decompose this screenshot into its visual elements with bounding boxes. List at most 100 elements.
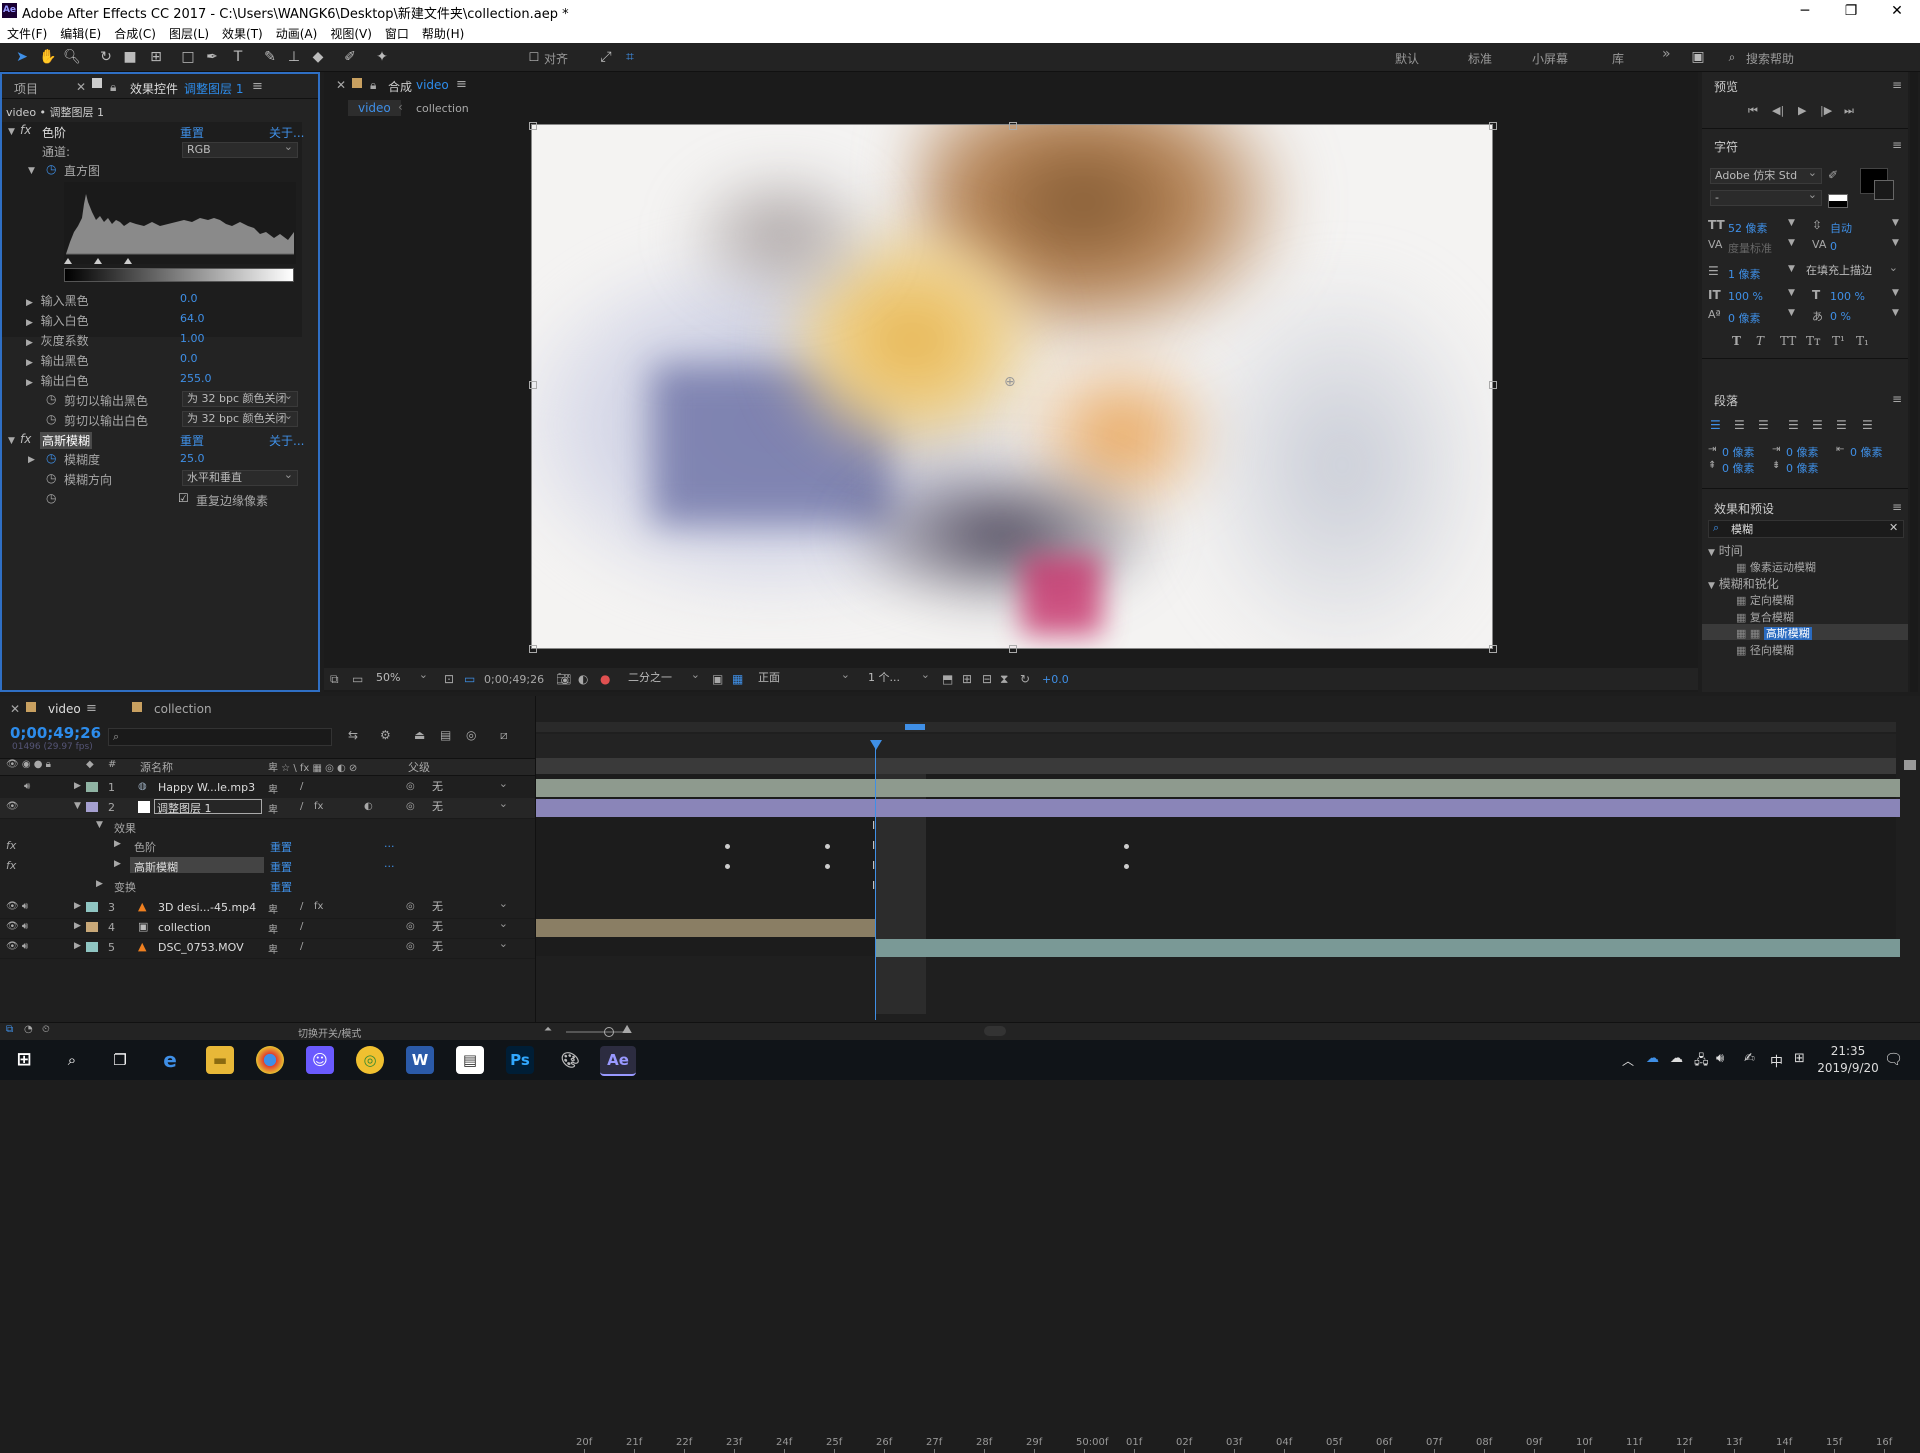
- dropdown-arrow-icon[interactable]: ▼: [1788, 288, 1795, 298]
- label-color-swatch[interactable]: [86, 802, 98, 812]
- quality-switch-icon[interactable]: /: [300, 781, 303, 792]
- view-dropdown[interactable]: 正面: [754, 668, 854, 687]
- param-gamma[interactable]: ▶ 灰度系数 1.00: [26, 332, 306, 349]
- rectangle-tool-icon[interactable]: □: [178, 47, 198, 67]
- indent-right-value[interactable]: 0 像素: [1850, 444, 1883, 460]
- effect-item[interactable]: ▦ 径向模糊: [1736, 642, 1794, 658]
- motion-blur-icon[interactable]: ◎: [466, 728, 476, 742]
- expand-icon[interactable]: ▶: [74, 781, 81, 791]
- tab-close-icon[interactable]: ✕: [10, 702, 20, 716]
- roto-brush-tool-icon[interactable]: ✐: [340, 47, 360, 67]
- prev-frame-icon[interactable]: ◀|: [1772, 104, 1784, 117]
- eyedropper-icon[interactable]: ✐: [1828, 168, 1838, 182]
- first-frame-icon[interactable]: ⏮: [1748, 104, 1758, 118]
- align-center-icon[interactable]: ☰: [1734, 418, 1745, 432]
- swap-colors-icon[interactable]: [1828, 194, 1848, 208]
- category-blur-sharpen[interactable]: ▼ 模糊和锐化: [1708, 575, 1779, 592]
- param-input-white[interactable]: ▶ 输入白色 64.0: [26, 312, 306, 329]
- task-view-icon[interactable]: ❐: [106, 1046, 134, 1074]
- param-output-white[interactable]: ▶ 输出白色 255.0: [26, 372, 306, 389]
- menu-animation[interactable]: 动画(A): [269, 22, 324, 42]
- zoom-slider[interactable]: [566, 1031, 626, 1033]
- zoom-in-icon[interactable]: ⛰: [622, 1022, 632, 1037]
- fit-icon[interactable]: ⊡: [444, 672, 454, 686]
- keyframe[interactable]: [725, 844, 730, 849]
- layer-bar-4[interactable]: [536, 919, 876, 937]
- levels-effect-name[interactable]: 色阶: [42, 124, 66, 141]
- channel-color-icon[interactable]: ●: [600, 672, 610, 686]
- effects-search-input[interactable]: ⌕ 模糊 ✕: [1708, 520, 1904, 538]
- expand-icon[interactable]: ▶: [74, 941, 81, 951]
- keyframe[interactable]: [1124, 844, 1129, 849]
- shy-switch-icon[interactable]: 卑: [268, 901, 278, 916]
- font-family-dropdown[interactable]: Adobe 仿宋 Std: [1710, 166, 1822, 184]
- visibility-toggle-icon[interactable]: 👁︎ 🔊︎: [6, 921, 28, 932]
- pickwhip-icon[interactable]: ◎: [406, 781, 415, 792]
- output-gradient[interactable]: [64, 268, 294, 282]
- parent-dropdown[interactable]: 无: [428, 777, 512, 796]
- stopwatch-icon[interactable]: ◷: [46, 491, 56, 505]
- snapshot-camera-icon[interactable]: 📷︎: [556, 672, 571, 686]
- channel-dropdown[interactable]: RGB: [182, 140, 298, 158]
- workspace-more-button[interactable]: »: [1662, 46, 1671, 62]
- parent-dropdown[interactable]: 无: [428, 917, 512, 936]
- sub-blur-more[interactable]: ...: [384, 857, 395, 870]
- type-tool-icon[interactable]: T: [228, 47, 248, 67]
- workspace-default[interactable]: 默认: [1395, 50, 1419, 67]
- clone-stamp-tool-icon[interactable]: ⊥: [284, 47, 304, 67]
- visibility-toggle-icon[interactable]: 👁︎ 🔊︎: [6, 941, 28, 952]
- reset-exposure-icon[interactable]: ↻: [1020, 672, 1030, 686]
- workspace-library[interactable]: 库: [1612, 50, 1624, 67]
- word-icon[interactable]: W: [406, 1046, 434, 1074]
- camera-tool-icon[interactable]: ■: [120, 47, 140, 67]
- pickwhip-icon[interactable]: ◎: [406, 941, 415, 952]
- lock-icon[interactable]: 🔒︎: [110, 80, 116, 95]
- dropdown-arrow-icon[interactable]: ▼: [1788, 238, 1795, 248]
- tracking-value[interactable]: 0: [1830, 240, 1837, 253]
- stopwatch-icon[interactable]: ◷: [46, 471, 56, 485]
- align-right-icon[interactable]: ☰: [1758, 418, 1769, 432]
- layer-bar-1[interactable]: [536, 779, 1900, 797]
- transform-handle[interactable]: [529, 381, 537, 389]
- justify-center-icon[interactable]: ☰: [1812, 418, 1823, 432]
- transform-handle[interactable]: [1489, 645, 1497, 653]
- dropdown-arrow-icon[interactable]: ▼: [1892, 288, 1899, 298]
- dropdown-arrow-icon[interactable]: ▼: [1788, 308, 1795, 318]
- chrome-icon[interactable]: [256, 1046, 284, 1074]
- snap-checkbox-icon[interactable]: ☐: [524, 47, 544, 67]
- workspace-switch-icon[interactable]: ▣: [1688, 47, 1708, 67]
- expand-timing-icon[interactable]: ⏲: [42, 1024, 50, 1035]
- audio-toggle-icon[interactable]: 🔊︎: [24, 781, 30, 792]
- repeat-edge-checkbox[interactable]: ☑: [178, 491, 189, 505]
- search-icon[interactable]: ⌕: [58, 1046, 86, 1074]
- parent-header[interactable]: 父级: [408, 759, 430, 775]
- fx-switch-icon[interactable]: fx: [314, 901, 323, 912]
- layer-name[interactable]: 3D desi...-45.mp4: [158, 901, 256, 914]
- layer-row-4[interactable]: 👁︎ 🔊︎ ▶ 4 ▣ collection 卑 / ◎ 无: [0, 917, 535, 939]
- resolution-dropdown[interactable]: 二分之一: [624, 668, 704, 687]
- expand-icon[interactable]: ▶: [74, 901, 81, 911]
- panel-menu-icon[interactable]: ≡: [86, 701, 97, 716]
- keyframe[interactable]: [825, 844, 830, 849]
- layer-bar-2[interactable]: [536, 799, 1900, 817]
- menu-help[interactable]: 帮助(H): [415, 22, 470, 42]
- layer-name[interactable]: Happy W...le.mp3: [158, 781, 255, 794]
- fx-icon[interactable]: fx: [6, 859, 16, 872]
- sub-levels-more[interactable]: ...: [384, 837, 395, 850]
- stopwatch-icon[interactable]: ◷: [46, 451, 56, 465]
- clip-black-dropdown[interactable]: 为 32 bpc 颜色关闭: [182, 389, 298, 407]
- stroke-color-swatch[interactable]: [1874, 180, 1894, 200]
- quality-switch-icon[interactable]: /: [300, 921, 303, 932]
- dropdown-arrow-icon[interactable]: ▼: [1788, 264, 1795, 274]
- clear-search-icon[interactable]: ✕: [1889, 521, 1898, 534]
- blur-expand-icon[interactable]: ▼: [8, 432, 15, 446]
- restore-button[interactable]: ❐: [1828, 0, 1874, 22]
- expand-icon[interactable]: ▶: [114, 839, 121, 849]
- comp-panel-name[interactable]: video: [416, 78, 449, 92]
- all-caps-button[interactable]: TT: [1780, 334, 1796, 348]
- browser-app-icon[interactable]: ◎: [356, 1046, 384, 1074]
- parent-dropdown[interactable]: 无: [428, 897, 512, 916]
- menu-layer[interactable]: 图层(L): [162, 22, 215, 42]
- visibility-toggle-icon[interactable]: 👁︎ 🔊︎: [6, 901, 28, 912]
- tab-effect-controls[interactable]: 效果控件: [130, 80, 178, 97]
